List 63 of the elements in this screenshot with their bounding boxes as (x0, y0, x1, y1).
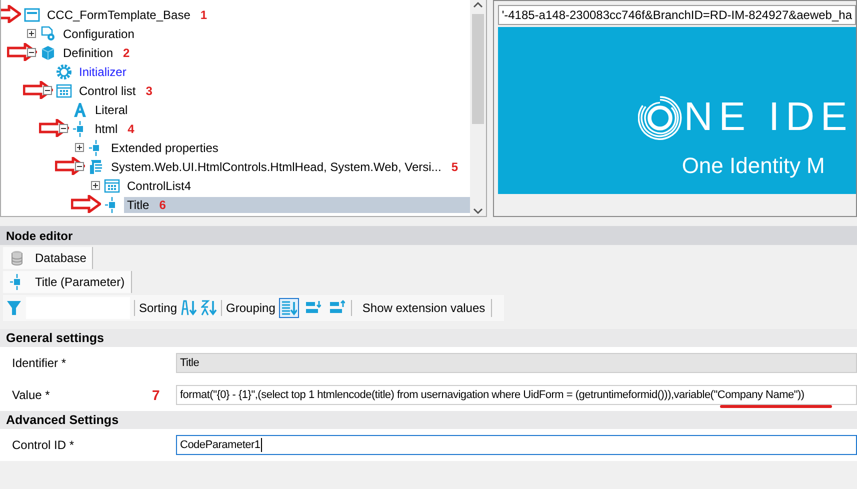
form-icon (24, 6, 40, 22)
section-header: General settings (0, 329, 857, 347)
expander[interactable] (43, 86, 52, 95)
scroll-down-icon[interactable] (472, 206, 483, 216)
expander[interactable] (75, 143, 84, 152)
scrollbar[interactable] (470, 0, 486, 216)
panel-title: Node editor (0, 226, 857, 245)
tree-item[interactable]: CCC_FormTemplate_Base 1 (44, 6, 210, 22)
sort-ascending-icon[interactable] (181, 300, 198, 316)
banner-subtitle: One Identity M (682, 153, 825, 179)
input-field[interactable]: CodeParameter1 (176, 435, 857, 455)
tree-item[interactable]: html 4 (92, 120, 138, 136)
grid-icon (56, 82, 72, 98)
tab[interactable]: Database (3, 247, 94, 269)
rings-icon (638, 96, 682, 140)
grid-icon (104, 178, 120, 194)
tree-item[interactable]: Initializer (76, 64, 130, 80)
list-icon (281, 300, 298, 316)
gear-icon (56, 64, 72, 80)
expander[interactable] (27, 48, 36, 57)
annotation-number: 1 (200, 8, 208, 22)
expander[interactable] (59, 124, 68, 133)
scroll-up-icon[interactable] (472, 0, 483, 10)
tree-item[interactable]: Definition 2 (60, 44, 133, 60)
sort-descending-icon[interactable] (201, 300, 218, 316)
filter-icon[interactable] (6, 300, 22, 316)
tree-item[interactable]: Configuration (60, 26, 138, 42)
logo-text: NE IDE (684, 95, 854, 140)
scroll-icon (88, 158, 104, 174)
field-label: Control ID * (11, 438, 76, 452)
list-icon (329, 300, 346, 316)
list-icon (305, 300, 322, 316)
tree-item[interactable]: Control list 3 (76, 82, 156, 98)
document-gear-icon (40, 26, 56, 42)
input-field[interactable]: format("{0} - {1}",(select top 1 htmlencode(title) from usernavigation where UidForm = (getruntimeformid())),variable("Company Name")) (176, 385, 857, 405)
annotation-number: 2 (123, 46, 130, 60)
expander[interactable] (75, 162, 84, 171)
extension-values-button[interactable]: Show extension values (356, 299, 492, 317)
field-label: Identifier * (11, 356, 68, 370)
expander[interactable] (91, 181, 100, 190)
tree-item[interactable]: ControlList4 (124, 178, 194, 194)
annotation-number: 4 (128, 122, 134, 136)
section-header: Advanced Settings (0, 411, 857, 429)
cube-icon (40, 44, 56, 60)
tree-item[interactable]: Title 6 (124, 196, 470, 212)
tree-item[interactable]: Literal (92, 102, 131, 118)
sorting-label: Sorting (139, 301, 178, 315)
input-field[interactable]: Title (176, 353, 857, 373)
tab[interactable]: Title (Parameter) (3, 271, 132, 293)
annotation-number: 6 (159, 198, 166, 212)
letter-icon (72, 102, 88, 118)
grouping-option[interactable] (279, 298, 300, 318)
database-icon (9, 250, 25, 266)
annotation-number: 7 (152, 387, 160, 403)
url-field[interactable]: '-4185-a148-230083cc746f&BranchID=RD-IM-824927&aeweb_ha (498, 5, 856, 25)
arrow-annotation (71, 195, 101, 213)
expander[interactable] (27, 29, 36, 38)
tree-item[interactable]: System.Web.UI.HtmlControls.HtmlHead, System.Web, Versi... 5 (108, 158, 461, 174)
grouping-label: Grouping (226, 301, 276, 315)
annotation-number: 3 (146, 84, 152, 98)
annotation-number: 5 (451, 160, 458, 174)
tree-item[interactable]: Extended properties (108, 140, 222, 156)
field-label: Value * (11, 388, 51, 402)
